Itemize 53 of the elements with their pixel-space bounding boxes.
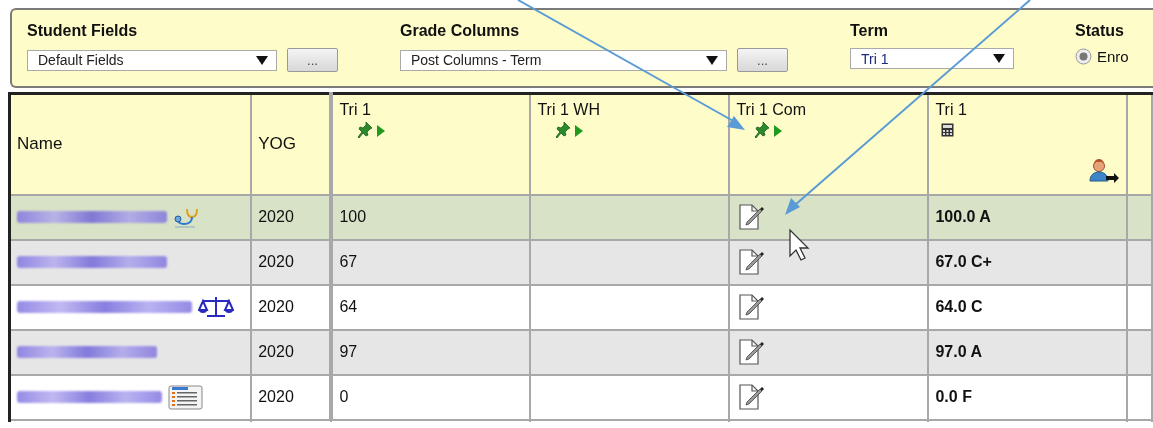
caret-icon[interactable] <box>256 55 268 65</box>
more-button[interactable]: ... <box>737 48 788 72</box>
table-cell: 67 <box>331 239 531 285</box>
table-cell: 97 <box>331 329 531 375</box>
caret-icon[interactable] <box>706 55 718 65</box>
column-header[interactable]: Tri 1 <box>339 101 524 119</box>
column-header[interactable]: YOG <box>251 93 332 195</box>
student-row[interactable]: 2020 67 67.0 C+ <box>9 239 1152 285</box>
user-arrow-icon[interactable] <box>1088 159 1121 185</box>
student-row[interactable]: 2020 97 97.0 A <box>9 329 1152 375</box>
column-header[interactable]: Tri 1 Com <box>736 101 922 119</box>
pin-icon[interactable] <box>754 121 771 141</box>
table-cell: 67.0 C+ <box>928 239 1128 285</box>
filter-label: Student Fields <box>27 22 139 41</box>
dropdown[interactable]: Tri 1 <box>850 48 1014 69</box>
dropdown[interactable]: Post Columns - Term <box>400 49 727 71</box>
mouse-cursor <box>789 228 810 261</box>
filter-label: Grade Columns <box>400 22 521 41</box>
table-cell: 100 <box>331 194 531 240</box>
column-header[interactable]: Tri 1 WH <box>537 101 723 119</box>
column-header[interactable]: Name <box>9 93 252 195</box>
calculator-icon <box>941 123 955 137</box>
table-cell: 0 <box>331 374 531 420</box>
scales-icon[interactable] <box>198 295 234 319</box>
filter-label: Term <box>850 22 889 41</box>
edit-comment-icon[interactable] <box>738 293 767 321</box>
edit-comment-icon[interactable] <box>738 383 767 411</box>
table-cell: 2020 <box>251 194 332 240</box>
table-cell: 2020 <box>251 329 332 375</box>
document-list-icon[interactable] <box>168 384 204 410</box>
edit-comment-icon[interactable] <box>738 203 767 231</box>
pin-icon[interactable] <box>555 121 572 141</box>
stethoscope-icon[interactable] <box>173 206 199 228</box>
column-header[interactable]: Tri 1 <box>935 101 1121 119</box>
play-icon[interactable] <box>773 124 784 138</box>
table-cell: 100.0 A <box>928 194 1128 240</box>
caret-icon[interactable] <box>993 54 1005 63</box>
table-cell: 64.0 C <box>928 284 1128 330</box>
play-icon[interactable] <box>376 124 387 138</box>
filter-label: Status <box>1075 22 1125 41</box>
table-cell: 97.0 A <box>928 329 1128 375</box>
edit-comment-icon[interactable] <box>738 248 767 276</box>
pin-icon[interactable] <box>357 121 374 141</box>
dropdown[interactable]: Default Fields <box>27 49 277 71</box>
student-row[interactable]: 2020 100 100.0 A <box>9 194 1152 240</box>
radio-label: Enro <box>1097 48 1129 65</box>
edit-comment-icon[interactable] <box>738 338 767 366</box>
play-icon[interactable] <box>574 124 585 138</box>
radio-button[interactable] <box>1075 48 1092 65</box>
more-button[interactable]: ... <box>287 48 338 72</box>
table-cell: 0.0 F <box>928 374 1128 420</box>
student-row[interactable]: 2020 0 0.0 F <box>9 374 1152 420</box>
table-cell: 2020 <box>251 239 332 285</box>
